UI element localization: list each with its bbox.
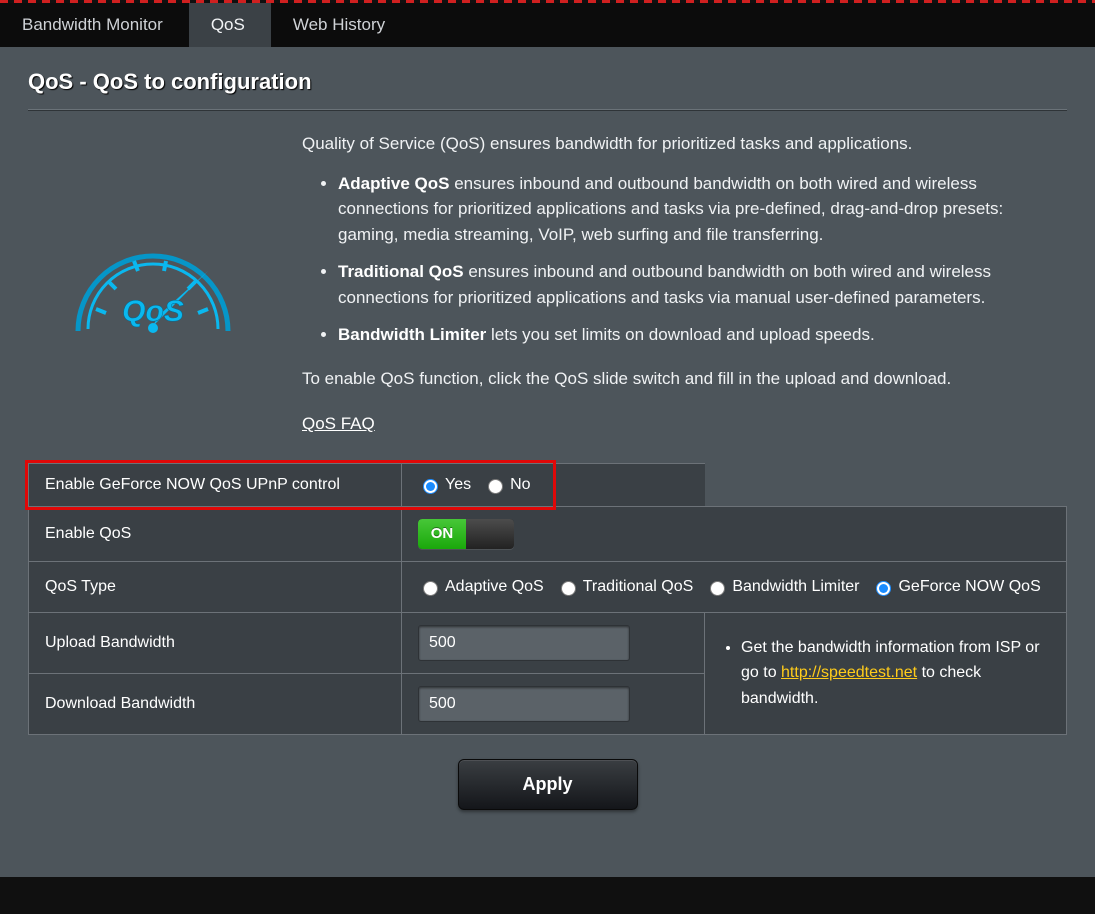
geforce-upnp-label: Enable GeForce NOW QoS UPnP control — [45, 476, 340, 493]
row-geforce-upnp: Enable GeForce NOW QoS UPnP control Yes … — [29, 463, 1067, 506]
yes-label: Yes — [445, 476, 471, 494]
intro-bullet-traditional: Traditional QoS ensures inbound and outb… — [338, 259, 1067, 310]
no-label: No — [510, 476, 530, 494]
tab-web-history[interactable]: Web History — [271, 3, 411, 47]
tab-bar: Bandwidth Monitor QoS Web History — [0, 3, 1095, 47]
intro-bullet-limiter: Bandwidth Limiter lets you set limits on… — [338, 322, 1067, 348]
qos-type-traditional[interactable]: Traditional QoS — [556, 578, 694, 596]
geforce-upnp-no[interactable]: No — [483, 476, 530, 494]
geforce-upnp-radio-group: Yes No — [418, 476, 689, 494]
qos-icon: QoS — [28, 131, 278, 437]
page-title: QoS - QoS to configuration — [28, 69, 1067, 95]
download-bandwidth-label: Download Bandwidth — [29, 673, 402, 734]
intro-bullet-adaptive: Adaptive QoS ensures inbound and outboun… — [338, 171, 1067, 248]
row-qos-type: QoS Type Adaptive QoS Traditional QoS Ba… — [29, 561, 1067, 612]
limiter-name: Bandwidth Limiter — [338, 325, 486, 344]
tab-bandwidth-monitor[interactable]: Bandwidth Monitor — [0, 3, 189, 47]
speedometer-icon: QoS — [58, 211, 248, 341]
apply-row: Apply — [28, 759, 1067, 810]
upload-bandwidth-input[interactable] — [419, 634, 630, 652]
enable-qos-toggle[interactable]: ON — [418, 519, 514, 549]
qos-type-adaptive[interactable]: Adaptive QoS — [418, 578, 544, 596]
download-bandwidth-input-wrap: Mb/s — [418, 686, 630, 722]
qos-type-limiter[interactable]: Bandwidth Limiter — [705, 578, 859, 596]
limiter-option-label: Bandwidth Limiter — [732, 578, 859, 596]
bandwidth-info-text: Get the bandwidth information from ISP o… — [741, 635, 1050, 712]
geforce-upnp-no-radio[interactable] — [488, 479, 503, 494]
enable-qos-label: Enable QoS — [29, 506, 402, 561]
adaptive-option-label: Adaptive QoS — [445, 578, 544, 596]
qos-type-adaptive-radio[interactable] — [423, 581, 438, 596]
download-bandwidth-input[interactable] — [419, 695, 630, 713]
upload-bandwidth-input-wrap: Mb/s — [418, 625, 630, 661]
settings-table: Enable GeForce NOW QoS UPnP control Yes … — [28, 463, 1067, 735]
traditional-option-label: Traditional QoS — [583, 578, 694, 596]
geforce-upnp-yes-radio[interactable] — [423, 479, 438, 494]
qos-type-traditional-radio[interactable] — [561, 581, 576, 596]
qos-faq-link[interactable]: QoS FAQ — [302, 411, 375, 437]
tab-qos[interactable]: QoS — [189, 3, 271, 47]
svg-text:QoS: QoS — [122, 295, 184, 328]
geforce-option-label: GeForce NOW QoS — [898, 578, 1040, 596]
toggle-on-label: ON — [418, 519, 466, 549]
qos-type-geforce-radio[interactable] — [876, 581, 891, 596]
traditional-name: Traditional QoS — [338, 262, 464, 281]
speedtest-link[interactable]: http://speedtest.net — [781, 664, 917, 681]
qos-type-limiter-radio[interactable] — [710, 581, 725, 596]
row-upload-bandwidth: Upload Bandwidth Mb/s Get the bandwidth … — [29, 612, 1067, 673]
intro-enable-note: To enable QoS function, click the QoS sl… — [302, 366, 1067, 392]
row-enable-qos: Enable QoS ON — [29, 506, 1067, 561]
upload-bandwidth-label: Upload Bandwidth — [29, 612, 402, 673]
qos-type-label: QoS Type — [29, 561, 402, 612]
main-panel: QoS - QoS to configuration QoS — [0, 47, 1095, 877]
qos-type-geforce[interactable]: GeForce NOW QoS — [871, 578, 1040, 596]
intro-lead: Quality of Service (QoS) ensures bandwid… — [302, 131, 1067, 157]
intro-section: QoS Quality of Service (QoS) ensures ban… — [28, 131, 1067, 437]
qos-type-radio-group: Adaptive QoS Traditional QoS Bandwidth L… — [418, 574, 1050, 600]
toggle-off-side — [466, 519, 514, 549]
adaptive-name: Adaptive QoS — [338, 174, 449, 193]
intro-text: Quality of Service (QoS) ensures bandwid… — [302, 131, 1067, 437]
geforce-upnp-yes[interactable]: Yes — [418, 476, 471, 494]
limiter-desc: lets you set limits on download and uplo… — [486, 325, 874, 344]
apply-button[interactable]: Apply — [458, 759, 638, 810]
title-divider — [28, 109, 1067, 111]
